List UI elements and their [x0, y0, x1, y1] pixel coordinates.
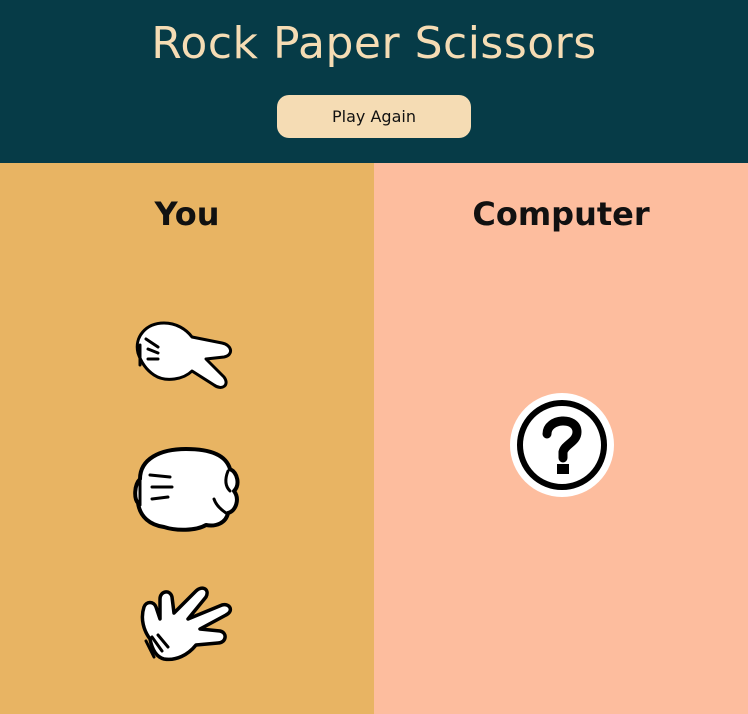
play-again-button[interactable]: Play Again: [277, 95, 471, 138]
question-mark-icon: [510, 393, 614, 497]
paper-hand-icon[interactable]: [136, 579, 236, 665]
player-title: You: [154, 195, 220, 233]
computer-title: Computer: [472, 195, 650, 233]
rock-fist-icon[interactable]: [130, 439, 242, 535]
game-arena: You Computer: [0, 163, 748, 714]
player-panel: You: [0, 163, 374, 714]
header: Rock Paper Scissors Play Again: [0, 0, 748, 163]
page-title: Rock Paper Scissors: [151, 18, 597, 69]
scissors-hand-icon[interactable]: [130, 315, 240, 395]
